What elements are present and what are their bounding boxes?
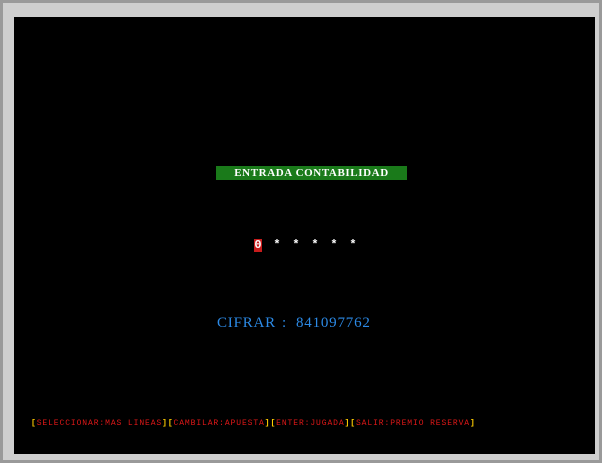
fkey-change-bet[interactable]: CAMBILAR:APUESTA [174,419,265,428]
cipher-label: CIFRAR [217,314,276,331]
fkey-exit-reserve-prize[interactable]: SALIR:PREMIO RESERVA [356,419,470,428]
game-screen: ENTRADA CONTABILIDAD 0 * * * * * CIFRAR … [14,17,595,454]
pin-masked-digit: * [349,238,357,252]
cipher-separator: : [282,314,287,331]
page-title: ENTRADA CONTABILIDAD [216,166,407,180]
pin-masked-digit: * [292,238,300,252]
cipher-readout: CIFRAR : 841097762 [217,314,371,332]
pin-masked-digit: * [273,238,281,252]
pin-masked-digit: * [311,238,319,252]
pin-active-digit[interactable]: 0 [254,238,262,252]
cipher-value: 841097762 [295,314,371,331]
window-frame: ENTRADA CONTABILIDAD 0 * * * * * CIFRAR … [0,0,602,463]
pin-masked-digit: * [330,238,338,252]
function-key-bar: [SELECCIONAR:MAS LINEAS][CAMBILAR:APUEST… [31,418,476,428]
page-title-text: ENTRADA CONTABILIDAD [234,167,389,179]
fkey-select-more-lines[interactable]: SELECCIONAR:MAS LINEAS [37,419,162,428]
pin-entry[interactable]: 0 * * * * * [254,237,357,253]
fkey-enter-play[interactable]: ENTER:JUGADA [276,419,344,428]
